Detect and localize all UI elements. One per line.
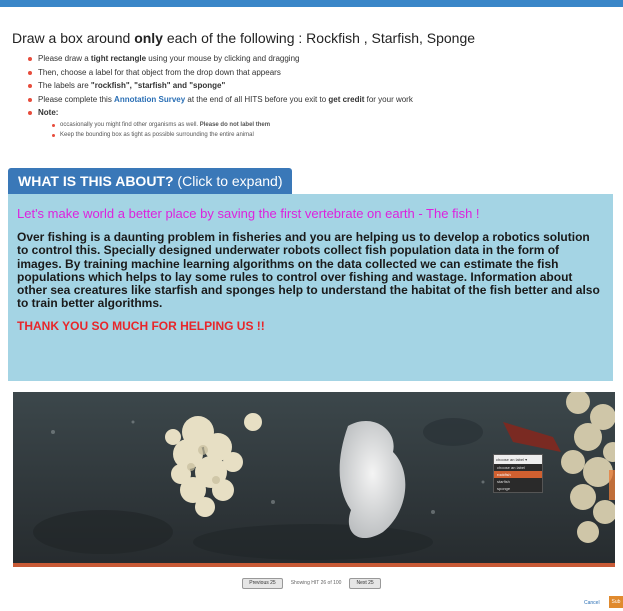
instructions-list: Please draw a tight rectangle using your…	[10, 52, 610, 140]
instruction-item: Then, choose a label for that object fro…	[28, 66, 610, 80]
dropdown-header[interactable]: choose an label ▾	[494, 455, 542, 464]
note1-pre: occasionally you might find other organi…	[60, 121, 200, 128]
image-bottom-strip	[13, 563, 615, 567]
item3-bold: "rockfish", "starfish" and "sponge"	[90, 81, 226, 90]
footer: Previous 25 Showing HIT 26 of 100 Next 2…	[0, 572, 623, 611]
about-panel: Let's make world a better place by savin…	[8, 194, 613, 381]
title-text-post: each of the following : Rockfish , Starf…	[162, 30, 476, 46]
about-tab-rest: (Click to expand)	[173, 173, 283, 189]
instruction-item: The labels are "rockfish", "starfish" an…	[28, 79, 610, 93]
hit-counter: Showing HIT 26 of 100	[290, 580, 342, 586]
item4-pre: Please complete this	[38, 94, 115, 104]
instruction-item: Please complete this Annotation Survey a…	[28, 93, 610, 107]
item1-post: using your mouse by clicking and draggin…	[146, 54, 300, 63]
title-text-bold: only	[134, 30, 163, 46]
about-heading: Let's make world a better place by savin…	[17, 206, 480, 221]
instruction-item: Please draw a tight rectangle using your…	[28, 52, 610, 66]
note1-bold: Please do not label them	[199, 121, 271, 128]
annotation-survey-link[interactable]: Annotation Survey	[114, 95, 185, 104]
instruction-item-note: Note: occasionally you might find other …	[28, 106, 610, 140]
previous-button[interactable]: Previous 25	[242, 578, 283, 589]
about-tab-bold: WHAT IS THIS ABOUT?	[18, 173, 174, 189]
item4-post: for your work	[364, 94, 413, 104]
label-dropdown[interactable]: choose an label ▾ choose an label rockfi…	[493, 454, 543, 493]
item1-pre: Please draw a	[38, 54, 91, 63]
note2-text: Keep the bounding box as tight as possib…	[60, 131, 254, 138]
item4-mid: at the end of all HITS before you exit t…	[185, 94, 329, 104]
instructions-title: Draw a box around only each of the follo…	[12, 30, 610, 46]
about-body: Over fishing is a daunting problem in fi…	[17, 230, 600, 311]
item2-text: Then, choose a label for that object fro…	[38, 67, 281, 77]
dropdown-option-selected[interactable]: rockfish	[494, 471, 542, 478]
note-item: occasionally you might find other organi…	[52, 120, 610, 130]
next-button[interactable]: Next 25	[349, 578, 381, 589]
cancel-link[interactable]: Cancel	[584, 600, 600, 606]
about-thanks: THANK YOU SO MUCH FOR HELPING US !!	[17, 318, 265, 333]
item3-pre: The labels are	[38, 81, 91, 90]
note-list: occasionally you might find other organi…	[38, 120, 610, 140]
item4-bold: get credit	[328, 94, 365, 104]
dropdown-option[interactable]: choose an label	[494, 464, 542, 471]
note-label: Note:	[38, 108, 59, 117]
annotation-image-canvas[interactable]: choose an label ▾ choose an label rockfi…	[13, 392, 615, 567]
pagination: Previous 25 Showing HIT 26 of 100 Next 2…	[0, 578, 623, 589]
instructions-panel: Draw a box around only each of the follo…	[10, 30, 610, 140]
note-item: Keep the bounding box as tight as possib…	[52, 130, 610, 140]
submit-button[interactable]: Sub	[609, 596, 623, 608]
dropdown-option[interactable]: sponge	[494, 485, 542, 492]
title-text-pre: Draw a box around	[12, 30, 135, 46]
what-is-this-about-tab[interactable]: WHAT IS THIS ABOUT? (Click to expand)	[8, 168, 293, 194]
dropdown-option[interactable]: starfish	[494, 478, 542, 485]
top-accent-bar	[0, 0, 623, 7]
item1-bold: tight rectangle	[90, 54, 147, 63]
